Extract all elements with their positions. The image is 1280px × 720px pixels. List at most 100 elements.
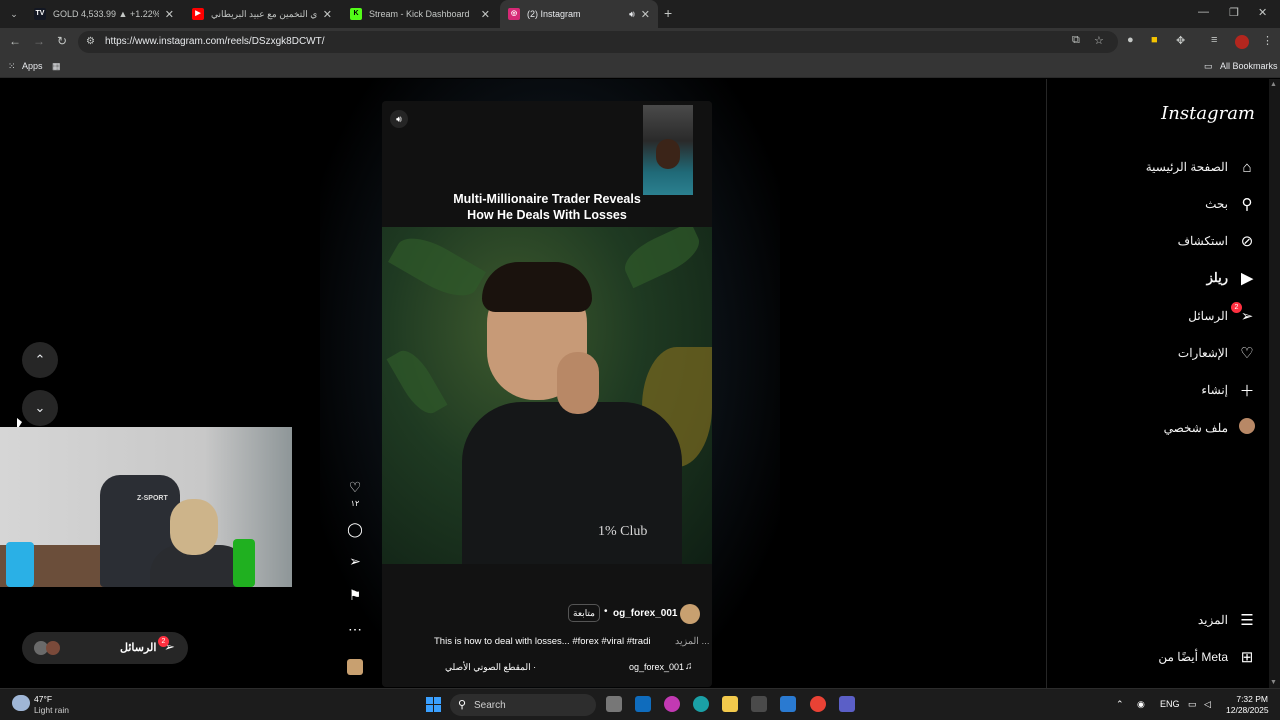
tab-kick[interactable]: K Stream - Kick Dashboard ✕ bbox=[342, 0, 498, 28]
media-control-icon[interactable]: ≡ bbox=[1211, 34, 1217, 46]
foliage bbox=[618, 227, 706, 289]
extensions-puzzle-icon[interactable]: ✥ bbox=[1176, 34, 1185, 47]
audio-username[interactable]: og_forex_001 bbox=[629, 662, 684, 672]
outlook-icon[interactable] bbox=[635, 696, 651, 712]
weather-temperature[interactable]: 47°F bbox=[34, 694, 52, 704]
defender-icon[interactable] bbox=[780, 696, 796, 712]
sidebar-item-messages[interactable]: الرسائل ➢ 2 bbox=[1188, 302, 1257, 328]
reel-info: og_forex_001 • متابعة This is how to dea… bbox=[382, 564, 712, 687]
reel-video-frame[interactable]: 1% Club bbox=[382, 227, 712, 564]
sidebar-item-search[interactable]: بحث ⚲ bbox=[1205, 192, 1257, 216]
sidebar-item-profile[interactable]: ملف شخصي bbox=[1164, 416, 1257, 440]
sidebar-item-label: الرسائل bbox=[1188, 309, 1228, 323]
scroll-down-icon[interactable]: ▼ bbox=[1270, 679, 1277, 686]
teams-icon[interactable] bbox=[839, 696, 855, 712]
person-hair bbox=[482, 262, 592, 312]
extension-dot-icon[interactable]: ● bbox=[1127, 34, 1134, 46]
original-audio-link[interactable]: المقطع الصوتي الأصلي · bbox=[445, 662, 536, 673]
sidebar-item-explore[interactable]: استكشاف ⊘ bbox=[1178, 229, 1257, 253]
audio-thumbnail[interactable] bbox=[347, 659, 363, 675]
discord-tray-icon[interactable]: ◉ bbox=[1137, 699, 1145, 710]
store-icon[interactable] bbox=[751, 696, 767, 712]
language-indicator[interactable]: ENG bbox=[1160, 699, 1180, 709]
tray-chevron-icon[interactable]: ⌃ bbox=[1116, 699, 1124, 710]
close-tab-icon[interactable]: ✕ bbox=[481, 8, 490, 21]
separator-dot: • bbox=[604, 606, 608, 617]
extension-s-icon[interactable]: ■ bbox=[1151, 34, 1158, 46]
speaker-icon[interactable]: 🔊︎ bbox=[629, 9, 635, 20]
tradingview-icon: TV bbox=[34, 8, 46, 20]
menu-kebab-icon[interactable]: ⋮ bbox=[1262, 34, 1273, 47]
sidebar-item-meta[interactable]: أيضًا من Meta ⊞ bbox=[1158, 645, 1257, 669]
like-heart-icon[interactable]: ♡ bbox=[344, 479, 366, 496]
more-options-icon[interactable]: ⋯ bbox=[344, 621, 366, 638]
chrome-icon[interactable] bbox=[810, 696, 826, 712]
shirt-logo: 1% Club bbox=[598, 524, 648, 539]
comment-icon[interactable]: ◯ bbox=[344, 521, 366, 538]
close-tab-icon[interactable]: ✕ bbox=[641, 8, 650, 21]
close-window-icon[interactable]: ✕ bbox=[1258, 6, 1267, 19]
messages-icon: ➢ 2 bbox=[1231, 302, 1257, 325]
network-icon[interactable]: ▭ bbox=[1188, 699, 1197, 710]
instagram-logo[interactable]: Instagram bbox=[1161, 103, 1255, 124]
follow-button[interactable]: متابعة bbox=[568, 604, 600, 622]
tab-groups-icon[interactable]: ▦ bbox=[52, 61, 61, 72]
volume-icon[interactable]: 🔊︎ bbox=[390, 110, 408, 128]
next-reel-button[interactable]: ⌄ bbox=[22, 390, 58, 426]
save-bookmark-icon[interactable]: ⚑ bbox=[344, 587, 366, 604]
apps-grid-icon[interactable]: ⁙ bbox=[8, 61, 16, 72]
sidebar-item-reels[interactable]: ريلز ▶ bbox=[1207, 266, 1257, 290]
tab-search-button[interactable]: ⌄ bbox=[6, 6, 22, 22]
edge-icon[interactable] bbox=[693, 696, 709, 712]
taskbar-search[interactable]: ⚲ Search bbox=[450, 694, 596, 716]
forward-icon[interactable]: → bbox=[33, 34, 45, 48]
back-icon[interactable]: ← bbox=[9, 34, 21, 48]
restore-icon[interactable]: ❐ bbox=[1229, 6, 1239, 19]
apps-bookmark[interactable]: Apps bbox=[22, 61, 43, 71]
system-clock[interactable]: 7:32 PM 12/28/2025 bbox=[1226, 694, 1269, 716]
windows-start-icon[interactable] bbox=[426, 697, 441, 712]
tab-instagram[interactable]: ◎ (2) Instagram 🔊︎ ✕ bbox=[500, 0, 658, 28]
scroll-up-icon[interactable]: ▲ bbox=[1270, 81, 1277, 88]
clock-time: 7:32 PM bbox=[1236, 694, 1268, 704]
volume-tray-icon[interactable]: ◁ bbox=[1204, 699, 1211, 710]
cast-icon[interactable]: ⧉ bbox=[1072, 34, 1080, 47]
sidebar-item-notifications[interactable]: الإشعارات ♡ bbox=[1178, 341, 1257, 365]
task-view-icon[interactable] bbox=[606, 696, 622, 712]
tab-title: (2) Instagram bbox=[527, 9, 581, 19]
new-tab-button[interactable]: + bbox=[664, 5, 672, 21]
site-info-icon[interactable]: ⚙ bbox=[86, 36, 95, 47]
weather-icon[interactable] bbox=[12, 695, 30, 711]
sidebar-item-more[interactable]: المزيد ☰ bbox=[1198, 608, 1257, 632]
reload-icon[interactable]: ↻ bbox=[57, 34, 67, 48]
tab-tradingview[interactable]: TV GOLD 4,533.99 ▲ +1.22% Unn ✕ bbox=[26, 0, 182, 28]
sidebar-item-create[interactable]: إنشاء ＋ bbox=[1201, 378, 1257, 402]
messages-pill[interactable]: الرسائل ➢ 2 bbox=[22, 632, 188, 664]
creator-avatar[interactable] bbox=[680, 604, 700, 624]
close-tab-icon[interactable]: ✕ bbox=[323, 8, 332, 21]
weather-description[interactable]: Light rain bbox=[34, 705, 69, 715]
music-note-icon: ♫ bbox=[685, 661, 693, 672]
reel-overlay-title: Multi-Millionaire Trader Reveals How He … bbox=[382, 191, 712, 223]
share-icon[interactable]: ➢ bbox=[344, 553, 366, 570]
copilot-icon[interactable] bbox=[664, 696, 680, 712]
tab-youtube[interactable]: ▶ تحدي التخمين مع عبيد البريطاني ✕ bbox=[184, 0, 340, 28]
creator-username[interactable]: og_forex_001 bbox=[613, 608, 677, 619]
sidebar-item-home[interactable]: الصفحة الرئيسية ⌂ bbox=[1146, 155, 1257, 179]
webcam-object bbox=[6, 542, 34, 587]
all-bookmarks[interactable]: All Bookmarks bbox=[1220, 61, 1278, 71]
search-icon: ⚲ bbox=[1241, 196, 1253, 213]
caption-more-link[interactable]: المزيد ... bbox=[675, 636, 709, 647]
address-bar[interactable]: ⚙ https://www.instagram.com/reels/DSzxgk… bbox=[78, 31, 1118, 53]
page-scrollbar[interactable] bbox=[1269, 79, 1280, 688]
close-tab-icon[interactable]: ✕ bbox=[165, 8, 174, 21]
file-explorer-icon[interactable] bbox=[722, 696, 738, 712]
tab-title: GOLD 4,533.99 ▲ +1.22% Unn bbox=[53, 9, 159, 19]
bookmark-star-icon[interactable]: ☆ bbox=[1094, 34, 1104, 47]
profile-avatar[interactable] bbox=[1235, 35, 1249, 49]
messages-badge: 2 bbox=[1231, 302, 1242, 313]
reel-player[interactable]: 🔊︎ Multi-Millionaire Trader Reveals How … bbox=[382, 101, 712, 687]
instagram-page: 🔊︎ Multi-Millionaire Trader Reveals How … bbox=[0, 79, 1280, 688]
previous-reel-button[interactable]: ⌃ bbox=[22, 342, 58, 378]
minimize-icon[interactable]: — bbox=[1198, 6, 1209, 18]
